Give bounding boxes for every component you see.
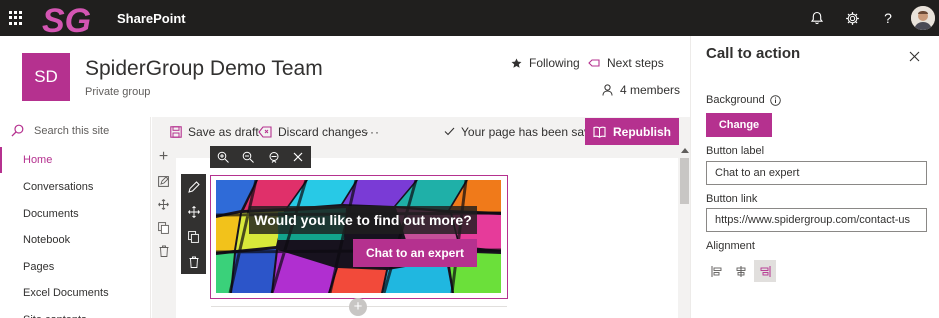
webpart-toolbar	[181, 174, 206, 274]
members-button[interactable]: 4 members	[602, 83, 680, 97]
discard-changes-button[interactable]: Discard changes	[258, 117, 367, 146]
scrollbar-thumb[interactable]	[680, 158, 689, 204]
image-zoom-toolbar	[210, 146, 311, 168]
save-as-draft-button[interactable]: Save as draft	[170, 117, 259, 146]
save-status: Your page has been saved	[444, 117, 603, 146]
following-button[interactable]: Following	[511, 56, 580, 70]
align-center-icon	[736, 265, 746, 277]
add-webpart-button[interactable]: +	[349, 298, 367, 316]
nav-item-documents[interactable]: Documents	[0, 201, 150, 227]
button-label-input[interactable]	[706, 161, 927, 185]
left-navigation: Home Conversations Documents Notebook Pa…	[0, 117, 151, 318]
close-pane-icon[interactable]	[906, 48, 922, 64]
star-icon	[511, 57, 522, 68]
align-left-button[interactable]	[706, 260, 728, 282]
more-options-button[interactable]: ···	[365, 117, 380, 146]
align-right-button[interactable]	[754, 260, 776, 282]
suite-bar: SG SharePoint ?	[0, 0, 939, 36]
help-icon[interactable]: ?	[879, 9, 897, 27]
nav-item-notebook[interactable]: Notebook	[0, 227, 150, 253]
nav-item-conversations[interactable]: Conversations	[0, 174, 150, 200]
waffle-icon[interactable]	[9, 11, 23, 25]
next-steps-button[interactable]: Next steps	[588, 56, 664, 70]
members-label: 4 members	[620, 83, 681, 97]
close-icon[interactable]	[291, 150, 305, 164]
button-label-field-label: Button label	[706, 145, 765, 157]
change-background-button[interactable]: Change	[706, 113, 772, 137]
site-privacy-label: Private group	[85, 86, 151, 98]
scroll-up-arrow[interactable]	[681, 148, 689, 153]
sg-logo: SG	[42, 2, 91, 36]
avatar[interactable]	[911, 6, 935, 30]
info-icon[interactable]	[769, 94, 781, 106]
next-steps-label: Next steps	[607, 56, 664, 70]
save-status-label: Your page has been saved	[461, 124, 604, 139]
delete-section-icon[interactable]	[157, 244, 170, 257]
add-section-icon[interactable]: +	[157, 148, 170, 165]
save-as-draft-label: Save as draft	[188, 124, 259, 139]
duplicate-webpart-icon[interactable]	[187, 230, 200, 243]
person-icon	[602, 84, 613, 96]
bell-icon[interactable]	[808, 9, 826, 27]
align-center-button[interactable]	[730, 260, 752, 282]
logo-text: SG	[42, 2, 91, 36]
site-title[interactable]: SpiderGroup Demo Team	[85, 57, 323, 81]
duplicate-section-icon[interactable]	[157, 221, 170, 234]
checkmark-icon	[444, 127, 455, 136]
cta-background-image	[216, 180, 501, 293]
site-search-box[interactable]	[0, 117, 150, 145]
background-field-label: Background	[706, 94, 781, 106]
discard-changes-label: Discard changes	[278, 124, 368, 139]
nav-item-site-contents[interactable]: Site contents	[0, 307, 150, 318]
nav-item-pages[interactable]: Pages	[0, 254, 150, 280]
book-icon	[593, 126, 606, 138]
cta-button[interactable]: Chat to an expert	[353, 239, 477, 267]
search-input[interactable]	[34, 122, 144, 140]
edit-section-icon[interactable]	[157, 175, 170, 188]
search-icon	[11, 124, 24, 137]
align-right-icon	[760, 265, 771, 277]
nav-item-home[interactable]: Home	[0, 147, 150, 173]
nav-item-excel-documents[interactable]: Excel Documents	[0, 280, 150, 306]
discard-icon	[258, 125, 272, 138]
republish-label: Republish	[612, 124, 671, 139]
delete-webpart-icon[interactable]	[187, 255, 200, 268]
button-link-field-label: Button link	[706, 193, 758, 205]
site-logo[interactable]: SD	[22, 53, 70, 101]
app-name[interactable]: SharePoint	[117, 11, 186, 26]
save-icon	[170, 125, 182, 138]
edit-webpart-icon[interactable]	[187, 180, 200, 193]
move-webpart-icon[interactable]	[187, 205, 200, 218]
zoom-out-icon[interactable]	[241, 150, 255, 164]
button-link-input[interactable]	[706, 208, 927, 232]
pane-title: Call to action	[706, 45, 801, 62]
background-label: Background	[706, 94, 765, 106]
reset-zoom-icon[interactable]	[267, 150, 281, 164]
republish-button[interactable]: Republish	[585, 118, 679, 145]
alignment-field-label: Alignment	[706, 240, 755, 252]
move-section-icon[interactable]	[157, 198, 170, 211]
following-label: Following	[529, 56, 580, 70]
cta-heading: Would you like to find out more?	[249, 206, 477, 234]
zoom-in-icon[interactable]	[216, 150, 230, 164]
gear-icon[interactable]	[843, 9, 861, 27]
align-left-icon	[711, 265, 722, 277]
rocket-icon	[588, 59, 600, 67]
